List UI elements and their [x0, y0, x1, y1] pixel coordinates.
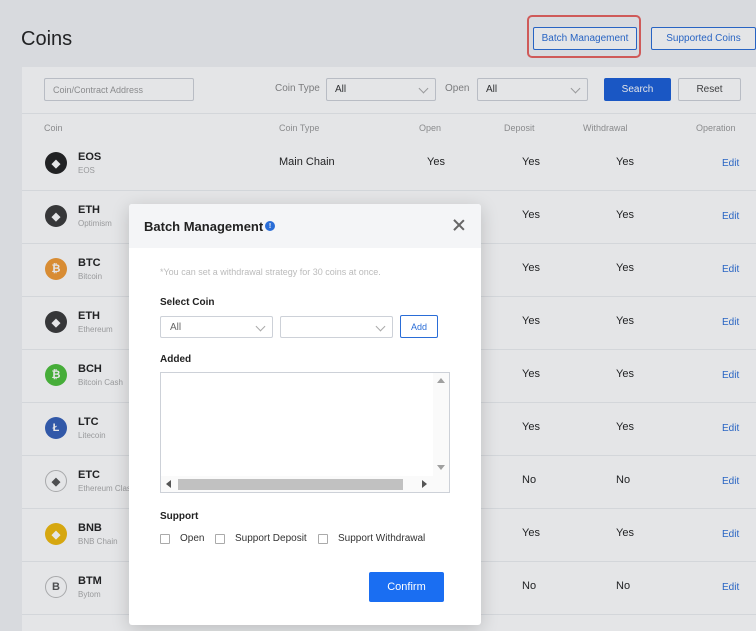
horizontal-scrollbar[interactable] — [161, 476, 449, 492]
open-checkbox[interactable]: Open — [160, 533, 204, 544]
select-coin-label: Select Coin — [160, 297, 215, 308]
scroll-up-icon[interactable] — [437, 378, 445, 383]
scroll-right-icon[interactable] — [422, 480, 427, 488]
modal-header: Batch Management ! — [129, 204, 481, 248]
added-coins-list[interactable] — [160, 372, 450, 493]
chevron-down-icon — [255, 321, 266, 332]
support-deposit-label: Support Deposit — [235, 533, 307, 544]
add-button[interactable]: Add — [400, 315, 438, 338]
scrollbar-thumb[interactable] — [178, 479, 403, 490]
confirm-button[interactable]: Confirm — [369, 572, 444, 602]
checkbox-icon[interactable] — [318, 533, 328, 544]
coin-type-value: All — [170, 321, 182, 333]
scroll-left-icon[interactable] — [166, 480, 171, 488]
added-label: Added — [160, 354, 192, 365]
scroll-down-icon[interactable] — [437, 465, 445, 470]
chevron-down-icon — [375, 321, 386, 332]
coin-select[interactable] — [280, 316, 393, 338]
checkbox-icon[interactable] — [160, 533, 170, 544]
checkbox-icon[interactable] — [215, 533, 225, 544]
support-withdrawal-label: Support Withdrawal — [338, 533, 426, 544]
open-option-label: Open — [180, 533, 205, 544]
coin-type-select[interactable]: All — [160, 316, 273, 338]
info-icon[interactable]: ! — [265, 221, 275, 231]
batch-management-modal: Batch Management ! *You can set a withdr… — [129, 204, 481, 625]
support-withdrawal-checkbox[interactable]: Support Withdrawal — [318, 533, 425, 544]
close-icon[interactable] — [451, 217, 467, 233]
batch-hint: *You can set a withdrawal strategy for 3… — [160, 267, 381, 277]
support-label: Support — [160, 511, 199, 522]
support-deposit-checkbox[interactable]: Support Deposit — [215, 533, 307, 544]
vertical-scrollbar[interactable] — [433, 373, 449, 477]
modal-title: Batch Management — [144, 219, 264, 234]
